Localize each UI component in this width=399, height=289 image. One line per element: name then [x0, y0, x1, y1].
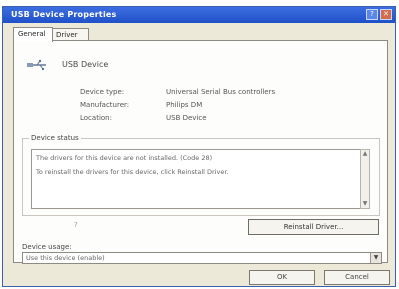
title-bar[interactable]: USB Device Properties ? ✕	[3, 7, 395, 23]
device-status-text[interactable]: The drivers for this device are not inst…	[31, 149, 361, 209]
manufacturer-label: Manufacturer:	[80, 101, 130, 109]
device-usage-select[interactable]: Use this device (enable) ▼	[22, 252, 382, 264]
help-button[interactable]: ?	[366, 9, 378, 20]
device-type-label: Device type:	[80, 88, 125, 96]
device-usage-value: Use this device (enable)	[26, 254, 105, 262]
device-name: USB Device	[62, 60, 109, 69]
location-label: Location:	[80, 114, 112, 122]
scroll-down-icon[interactable]: ▼	[361, 200, 369, 208]
device-usage-label: Device usage:	[22, 243, 72, 251]
status-line: To reinstall the drivers for this device…	[36, 168, 229, 176]
manufacturer-value: Philips DM	[166, 101, 203, 109]
device-type-value: Universal Serial Bus controllers	[166, 88, 276, 96]
scroll-up-icon[interactable]: ▲	[361, 150, 369, 158]
help-icon: ?	[74, 221, 78, 229]
chevron-down-icon[interactable]: ▼	[370, 253, 381, 263]
close-button[interactable]: ✕	[380, 9, 392, 20]
tab-general[interactable]: General	[13, 27, 53, 42]
device-status-label: Device status	[29, 134, 81, 142]
reinstall-driver-button[interactable]: Reinstall Driver...	[248, 219, 379, 235]
status-line: The drivers for this device are not inst…	[36, 154, 213, 162]
location-value: USB Device	[166, 114, 207, 122]
window-title: USB Device Properties	[11, 10, 117, 19]
general-tab-panel: USB Device Device type: Universal Serial…	[13, 40, 388, 264]
cancel-button[interactable]: Cancel	[324, 270, 390, 285]
device-status-group: Device status The drivers for this devic…	[22, 134, 380, 216]
usb-plug-icon	[27, 59, 46, 70]
status-scrollbar[interactable]: ▲ ▼	[360, 149, 370, 209]
ok-button[interactable]: OK	[249, 270, 315, 285]
properties-dialog: USB Device Properties ? ✕ General Driver…	[2, 6, 396, 287]
